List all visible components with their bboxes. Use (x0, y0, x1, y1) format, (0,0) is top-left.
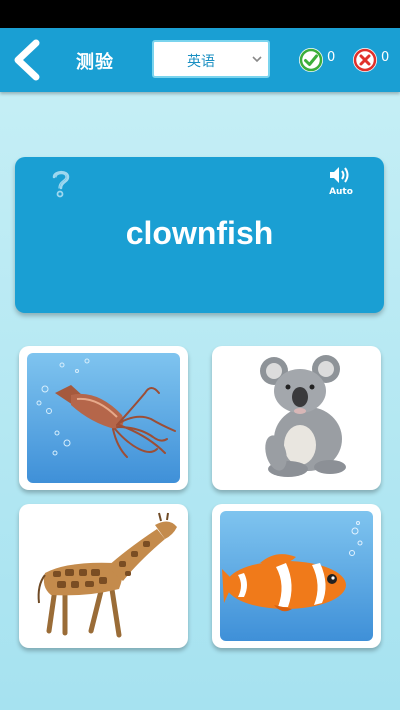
x-circle-icon (353, 48, 377, 72)
wrong-count: 0 (381, 50, 390, 65)
speaker-icon (330, 167, 349, 183)
audio-auto-label: Auto (329, 187, 353, 197)
word-card: Auto clownfish (15, 157, 384, 313)
quiz-word: clownfish (125, 215, 274, 251)
answer-option-koala[interactable] (212, 346, 381, 490)
status-bar (0, 0, 400, 28)
answer-option-giraffe[interactable] (19, 504, 188, 648)
answer-option-clownfish[interactable] (212, 504, 381, 648)
back-button[interactable] (8, 38, 48, 82)
check-circle-icon (299, 48, 323, 72)
audio-button[interactable]: Auto (326, 165, 356, 197)
squid-image (27, 353, 180, 483)
correct-count: 0 (327, 50, 336, 65)
question-hint-icon[interactable] (47, 167, 75, 199)
answer-option-squid[interactable] (19, 346, 188, 490)
clownfish-image (220, 511, 373, 641)
language-select[interactable]: 英语 (152, 40, 270, 78)
top-bar: 测验 英语 0 0 (0, 28, 400, 92)
chevron-down-icon (252, 56, 262, 63)
chevron-left-icon (14, 39, 40, 81)
page-title: 测验 (76, 52, 114, 73)
koala-image (220, 353, 373, 483)
giraffe-image (27, 511, 180, 641)
language-select-value: 英语 (187, 54, 215, 70)
